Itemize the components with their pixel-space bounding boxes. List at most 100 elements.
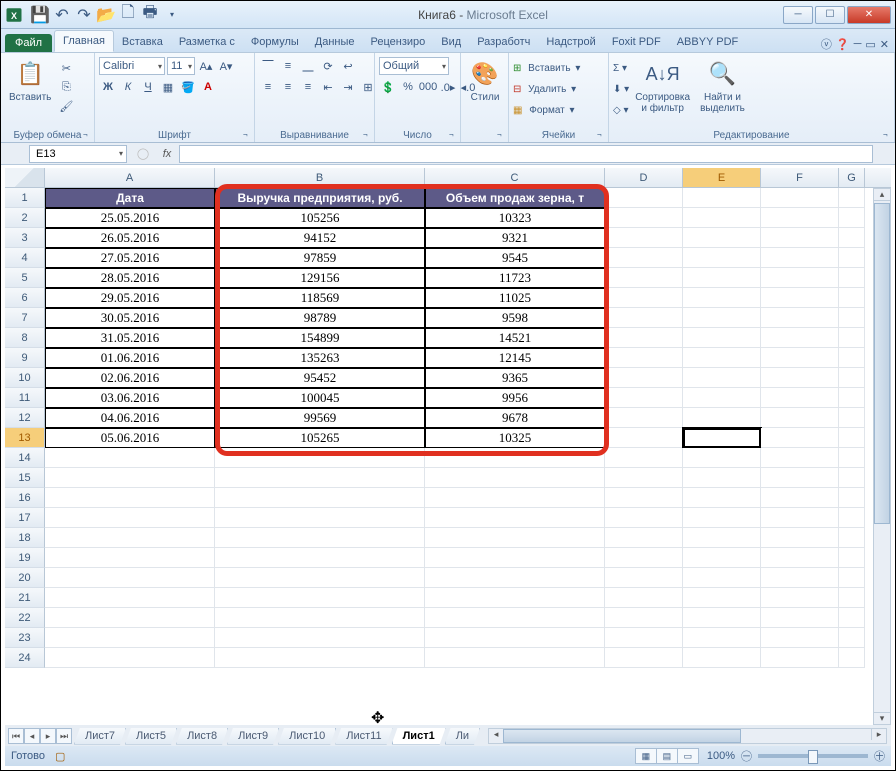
- align-center-icon[interactable]: ≡: [279, 78, 297, 96]
- row-header[interactable]: 15: [5, 468, 45, 488]
- cell[interactable]: 11025: [425, 288, 605, 308]
- sheet-tab[interactable]: Лист1: [392, 728, 446, 745]
- tab-formulas[interactable]: Формулы: [243, 32, 307, 52]
- cell[interactable]: [45, 628, 215, 648]
- cell[interactable]: [605, 448, 683, 468]
- sheet-tab[interactable]: Ли: [445, 728, 480, 745]
- cell[interactable]: 9598: [425, 308, 605, 328]
- tab-nav-first-icon[interactable]: ⏮: [8, 728, 24, 744]
- cell[interactable]: [425, 548, 605, 568]
- cell[interactable]: [839, 608, 865, 628]
- cell[interactable]: [425, 568, 605, 588]
- cell[interactable]: 30.05.2016: [45, 308, 215, 328]
- name-box[interactable]: E13: [29, 145, 127, 163]
- cell[interactable]: [761, 548, 839, 568]
- cell[interactable]: 12145: [425, 348, 605, 368]
- cell[interactable]: [605, 588, 683, 608]
- cell[interactable]: [761, 588, 839, 608]
- cell[interactable]: [683, 468, 761, 488]
- cell[interactable]: [425, 608, 605, 628]
- cell[interactable]: [683, 388, 761, 408]
- cell[interactable]: [605, 208, 683, 228]
- row-header[interactable]: 10: [5, 368, 45, 388]
- qat-more-icon[interactable]: ▾: [162, 5, 182, 25]
- currency-icon[interactable]: 💲: [379, 78, 397, 96]
- fill-color-icon[interactable]: 🪣: [179, 78, 197, 96]
- cell[interactable]: [605, 648, 683, 668]
- cell[interactable]: 105256: [215, 208, 425, 228]
- cell[interactable]: [683, 328, 761, 348]
- cell[interactable]: [605, 228, 683, 248]
- zoom-out-button[interactable]: ㊀: [741, 748, 752, 764]
- cell[interactable]: 27.05.2016: [45, 248, 215, 268]
- cell[interactable]: [839, 508, 865, 528]
- col-header-b[interactable]: B: [215, 168, 425, 187]
- cell[interactable]: 94152: [215, 228, 425, 248]
- cell[interactable]: [683, 308, 761, 328]
- mdi-min-icon[interactable]: ─: [854, 38, 862, 50]
- cell[interactable]: [605, 488, 683, 508]
- cell[interactable]: [45, 528, 215, 548]
- cell[interactable]: [215, 448, 425, 468]
- border-icon[interactable]: ▦: [159, 78, 177, 96]
- clear-icon[interactable]: ◇ ▾: [613, 100, 629, 120]
- cell[interactable]: [605, 348, 683, 368]
- maximize-button[interactable]: ☐: [815, 6, 845, 24]
- mdi-restore-icon[interactable]: ▭: [865, 38, 875, 51]
- cell[interactable]: 10325: [425, 428, 605, 448]
- qat-new-icon[interactable]: 🗋: [118, 5, 138, 25]
- cell[interactable]: [683, 488, 761, 508]
- cell[interactable]: [761, 528, 839, 548]
- cell[interactable]: [683, 348, 761, 368]
- cell[interactable]: [761, 568, 839, 588]
- find-select-button[interactable]: 🔍 Найти и выделить: [696, 56, 749, 116]
- sheet-tab[interactable]: Лист9: [227, 728, 279, 745]
- cell[interactable]: [215, 608, 425, 628]
- cell[interactable]: [839, 328, 865, 348]
- cell[interactable]: [839, 288, 865, 308]
- cell[interactable]: [761, 468, 839, 488]
- cell[interactable]: [605, 268, 683, 288]
- cell[interactable]: 9678: [425, 408, 605, 428]
- cell[interactable]: [605, 328, 683, 348]
- cell[interactable]: [683, 588, 761, 608]
- qat-save-icon[interactable]: 💾: [30, 5, 50, 25]
- cell[interactable]: [683, 528, 761, 548]
- cell[interactable]: [761, 628, 839, 648]
- cell[interactable]: [683, 288, 761, 308]
- zoom-in-button[interactable]: ㊉: [874, 748, 885, 764]
- cell[interactable]: [605, 188, 683, 208]
- cell[interactable]: [761, 348, 839, 368]
- sheet-tab[interactable]: Лист10: [278, 728, 336, 745]
- styles-button[interactable]: 🎨 Стили: [465, 56, 505, 105]
- row-header[interactable]: 7: [5, 308, 45, 328]
- cell[interactable]: 105265: [215, 428, 425, 448]
- cell[interactable]: [45, 468, 215, 488]
- cell[interactable]: Объем продаж зерна, т: [425, 188, 605, 208]
- row-header[interactable]: 13: [5, 428, 45, 448]
- font-size-select[interactable]: 11: [167, 57, 195, 75]
- tab-home[interactable]: Главная: [54, 30, 114, 52]
- help-icon[interactable]: ❓: [836, 38, 850, 51]
- tab-insert[interactable]: Вставка: [114, 32, 171, 52]
- cell[interactable]: 9956: [425, 388, 605, 408]
- cell[interactable]: [683, 208, 761, 228]
- qat-open-icon[interactable]: 📂: [96, 5, 116, 25]
- fx-button[interactable]: fx: [155, 148, 179, 160]
- cell[interactable]: [605, 628, 683, 648]
- tab-file[interactable]: Файл: [5, 34, 52, 52]
- cell[interactable]: 02.06.2016: [45, 368, 215, 388]
- cell[interactable]: [45, 508, 215, 528]
- view-normal-icon[interactable]: ▦: [635, 748, 657, 764]
- cell[interactable]: [683, 628, 761, 648]
- cell[interactable]: 03.06.2016: [45, 388, 215, 408]
- cell[interactable]: [215, 628, 425, 648]
- cell[interactable]: [425, 628, 605, 648]
- col-header-e[interactable]: E: [683, 168, 761, 187]
- ribbon-minimize-icon[interactable]: ⓥ: [821, 36, 832, 52]
- cell[interactable]: [425, 448, 605, 468]
- align-middle-icon[interactable]: ≡: [279, 57, 297, 75]
- view-break-icon[interactable]: ▭: [677, 748, 699, 764]
- tab-developer[interactable]: Разработч: [469, 32, 538, 52]
- tab-foxit[interactable]: Foxit PDF: [604, 32, 669, 52]
